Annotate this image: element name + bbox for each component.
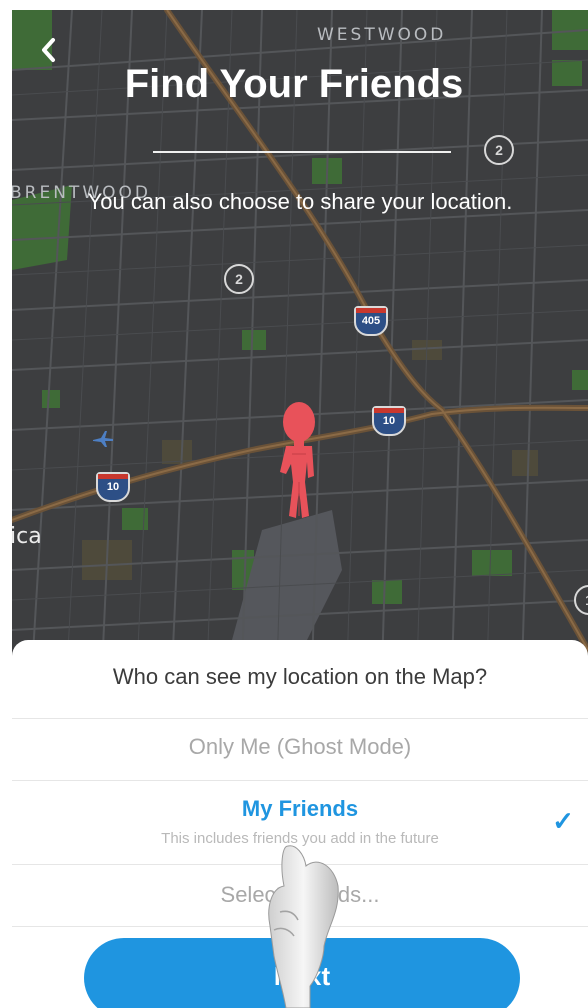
map-streets xyxy=(12,10,588,670)
map-label-partial-city: ica xyxy=(12,524,42,549)
checkmark-icon: ✓ xyxy=(552,806,574,836)
interstate-shield: 10 xyxy=(372,406,406,436)
option-label: Only Me (Ghost Mode) xyxy=(188,734,412,759)
map-view[interactable]: WESTWOOD BRENTWOOD ica 2 2 1 405 10 10 xyxy=(12,10,588,670)
option-label: My Friends xyxy=(241,796,359,821)
screen: WESTWOOD BRENTWOOD ica 2 2 1 405 10 10 xyxy=(0,0,588,1008)
option-ghost-mode[interactable]: Only Me (Ghost Mode) xyxy=(12,718,588,780)
bitmoji-avatar-icon[interactable] xyxy=(274,402,324,520)
interstate-shield: 10 xyxy=(96,472,130,502)
interstate-shield: 405 xyxy=(354,306,388,336)
chevron-left-icon xyxy=(42,38,55,62)
page-subtitle: You can also choose to share your locati… xyxy=(87,189,513,214)
title-divider xyxy=(153,151,451,153)
airplane-icon xyxy=(93,431,113,447)
route-badge: 2 xyxy=(224,264,254,294)
pointing-hand-icon xyxy=(268,845,339,1008)
route-badge: 2 xyxy=(484,135,514,165)
map-label-westwood: WESTWOOD xyxy=(317,25,447,45)
page-title: Find Your Friends xyxy=(124,62,464,106)
sheet-question: Who can see my location on the Map? xyxy=(112,664,488,689)
